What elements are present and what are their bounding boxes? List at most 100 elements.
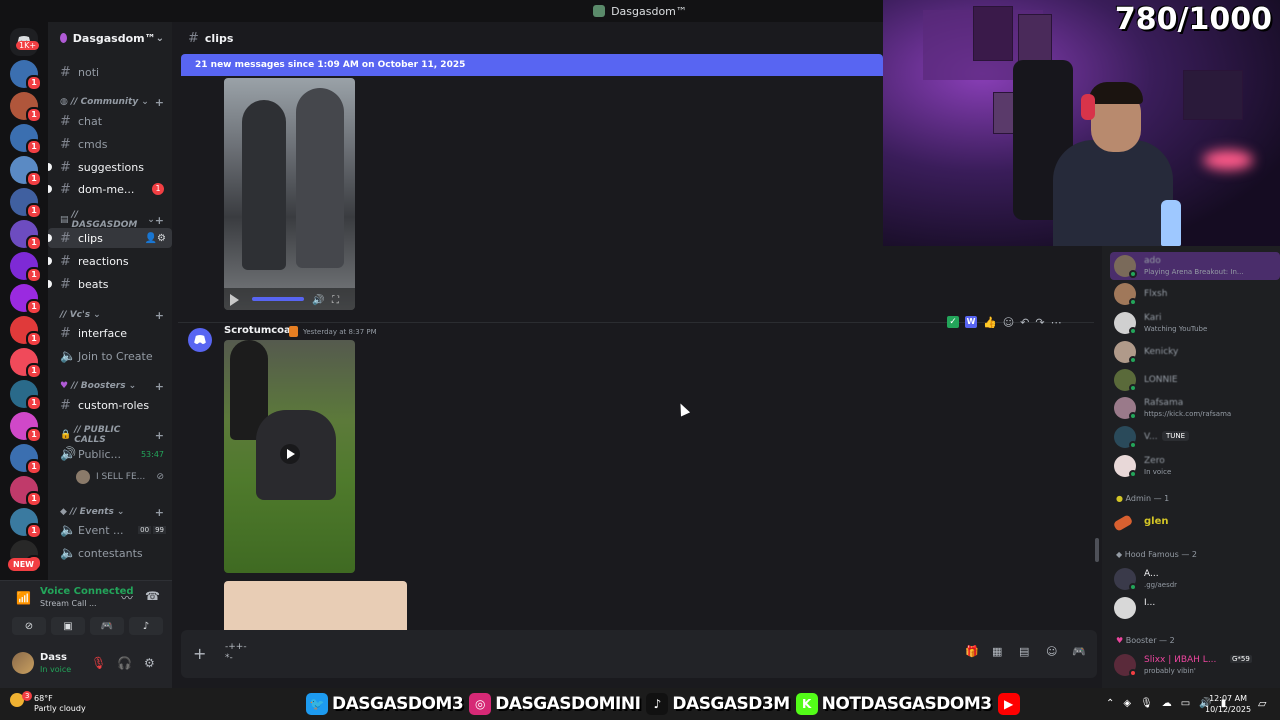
channel-settings-icon[interactable]: 👤⚙: [145, 233, 166, 244]
volume-icon[interactable]: 🔊: [312, 295, 324, 306]
member-item[interactable]: ado Playing Arena Breakout: In...: [1110, 252, 1280, 280]
gif-icon[interactable]: ▦: [992, 645, 1002, 658]
add-channel-icon[interactable]: +: [155, 214, 164, 227]
play-icon[interactable]: [230, 294, 239, 306]
video-attachment[interactable]: [224, 340, 355, 573]
channel-custom-roles[interactable]: # custom-roles: [48, 395, 172, 415]
w-reaction-icon[interactable]: W: [965, 316, 977, 328]
member-item[interactable]: A... .gg/aesdr: [1110, 565, 1280, 593]
avatar[interactable]: [12, 652, 34, 674]
server-icon[interactable]: 1: [10, 60, 42, 91]
server-icon[interactable]: 1: [10, 348, 42, 379]
clock[interactable]: 12:07 AM 10/12/2025: [1205, 693, 1251, 715]
channel-event[interactable]: 🔈 Event ... 00 99: [48, 520, 172, 540]
member-item[interactable]: Kari Watching YouTube: [1110, 309, 1280, 337]
microphone-icon[interactable]: 🎙: [1140, 698, 1153, 709]
server-icon[interactable]: 1: [10, 476, 42, 507]
screen-share-button[interactable]: ▣: [51, 617, 85, 635]
reply-icon[interactable]: ↶: [1020, 316, 1029, 329]
channel-clips[interactable]: # clips 👤⚙: [48, 228, 172, 248]
server-icon[interactable]: 1: [10, 444, 42, 475]
member-item[interactable]: V... TUNE: [1110, 423, 1280, 451]
server-icon[interactable]: 1: [10, 188, 42, 219]
member-item[interactable]: glen: [1110, 509, 1280, 537]
video-attachment[interactable]: 🔊 ⛶: [224, 78, 355, 310]
add-channel-icon[interactable]: +: [155, 429, 164, 442]
member-item[interactable]: Slixx | ИВАН L... G*59 probably vibin': [1110, 651, 1280, 679]
deafen-icon[interactable]: 🎧: [117, 656, 132, 670]
channel-suggestions[interactable]: # suggestions: [48, 157, 172, 177]
add-reaction-icon[interactable]: ☺: [1003, 316, 1014, 329]
member-item[interactable]: Rafsama https://kick.com/rafsama: [1110, 394, 1280, 422]
channel-join-to-create[interactable]: 🔈 Join to Create: [48, 346, 172, 366]
category-dasgasdom[interactable]: ▤// DASGASDOM ⌄ +: [48, 210, 172, 230]
network-icon[interactable]: ▭: [1181, 698, 1190, 709]
mute-icon[interactable]: 🎙: [91, 656, 106, 670]
category-events[interactable]: ◆// Events ⌄ +: [48, 504, 172, 520]
voice-channel-name[interactable]: Stream Call ...: [40, 599, 97, 608]
new-server-pill[interactable]: NEW: [8, 558, 39, 571]
channel-chat[interactable]: # chat: [48, 111, 172, 131]
member-item[interactable]: Flxsh: [1110, 280, 1280, 308]
emoji-icon[interactable]: ☺: [1046, 645, 1057, 658]
soundboard-button[interactable]: ♪: [129, 617, 163, 635]
cloud-icon[interactable]: ☁: [1162, 698, 1172, 709]
server-icon[interactable]: 1: [10, 92, 42, 123]
category-community[interactable]: ◍// Community ⌄ +: [48, 94, 172, 110]
scrollbar[interactable]: [1095, 538, 1099, 562]
user-name[interactable]: Dass: [40, 652, 67, 663]
channel-reactions[interactable]: # reactions: [48, 251, 172, 271]
server-icon[interactable]: 1: [10, 220, 42, 251]
category-boosters[interactable]: ♥// Boosters ⌄ +: [48, 378, 172, 394]
member-item[interactable]: Zero In voice: [1110, 452, 1280, 480]
category-public-calls[interactable]: 🔒// PUBLIC CALLS +: [48, 425, 172, 445]
gear-icon[interactable]: ⚙: [144, 656, 155, 670]
camera-button[interactable]: ⊘: [12, 617, 46, 635]
new-messages-bar[interactable]: 21 new messages since 1:09 AM on October…: [181, 54, 883, 76]
server-icon[interactable]: 1: [10, 252, 42, 283]
progress-bar[interactable]: [252, 297, 304, 301]
server-icon[interactable]: 1: [10, 380, 42, 411]
fullscreen-icon[interactable]: ⛶: [332, 295, 339, 306]
server-icon[interactable]: 1: [10, 124, 42, 155]
server-icon[interactable]: 1: [10, 412, 42, 443]
more-icon[interactable]: ⋯: [1051, 316, 1062, 329]
add-channel-icon[interactable]: +: [155, 309, 164, 322]
image-attachment[interactable]: [224, 581, 407, 631]
notification-icon[interactable]: ▱: [1258, 697, 1266, 710]
chevron-up-icon[interactable]: ⌃: [1106, 698, 1114, 709]
weather-widget[interactable]: 3 68°F Partly cloudy: [10, 691, 86, 713]
channel-dom-me[interactable]: # dom-me... 1: [48, 179, 172, 199]
message-input[interactable]: -++- *-: [225, 642, 247, 664]
gift-icon[interactable]: 🎁: [965, 645, 979, 658]
channel-public-voice[interactable]: 🔊 Public... 53:47: [48, 444, 172, 464]
voice-status[interactable]: Voice Connected: [40, 586, 134, 597]
channel-beats[interactable]: # beats: [48, 274, 172, 294]
voice-member[interactable]: I SELL FE... ⊘: [48, 467, 172, 487]
server-icon[interactable]: 1: [10, 508, 42, 539]
guild-header[interactable]: Dasgasdom™ ⌄: [48, 22, 172, 54]
category-vcs[interactable]: // Vc's ⌄ +: [48, 307, 172, 323]
member-item[interactable]: I...: [1110, 594, 1280, 622]
channel-noti[interactable]: # noti: [48, 62, 172, 82]
activity-button[interactable]: 🎮: [90, 617, 124, 635]
forward-icon[interactable]: ↷: [1035, 316, 1044, 329]
channel-interface[interactable]: # interface: [48, 323, 172, 343]
server-icon[interactable]: 1: [10, 284, 42, 315]
server-icon[interactable]: 1: [10, 316, 42, 347]
server-icon[interactable]: 1: [10, 156, 42, 187]
check-reaction-icon[interactable]: ✓: [947, 316, 959, 328]
add-channel-icon[interactable]: +: [155, 380, 164, 393]
add-channel-icon[interactable]: +: [155, 506, 164, 519]
avatar[interactable]: [188, 328, 212, 352]
channel-cmds[interactable]: # cmds: [48, 134, 172, 154]
member-item[interactable]: Kenicky: [1110, 338, 1280, 366]
add-channel-icon[interactable]: +: [155, 96, 164, 109]
disconnect-icon[interactable]: ☎: [145, 589, 160, 603]
message-author[interactable]: Scrotumcoat: [224, 325, 296, 336]
security-icon[interactable]: ◈: [1123, 698, 1131, 709]
thumbs-up-icon[interactable]: 👍: [983, 316, 997, 329]
play-button[interactable]: [280, 444, 300, 464]
apps-icon[interactable]: 🎮: [1072, 645, 1086, 658]
member-item[interactable]: LONNIE: [1110, 366, 1280, 394]
